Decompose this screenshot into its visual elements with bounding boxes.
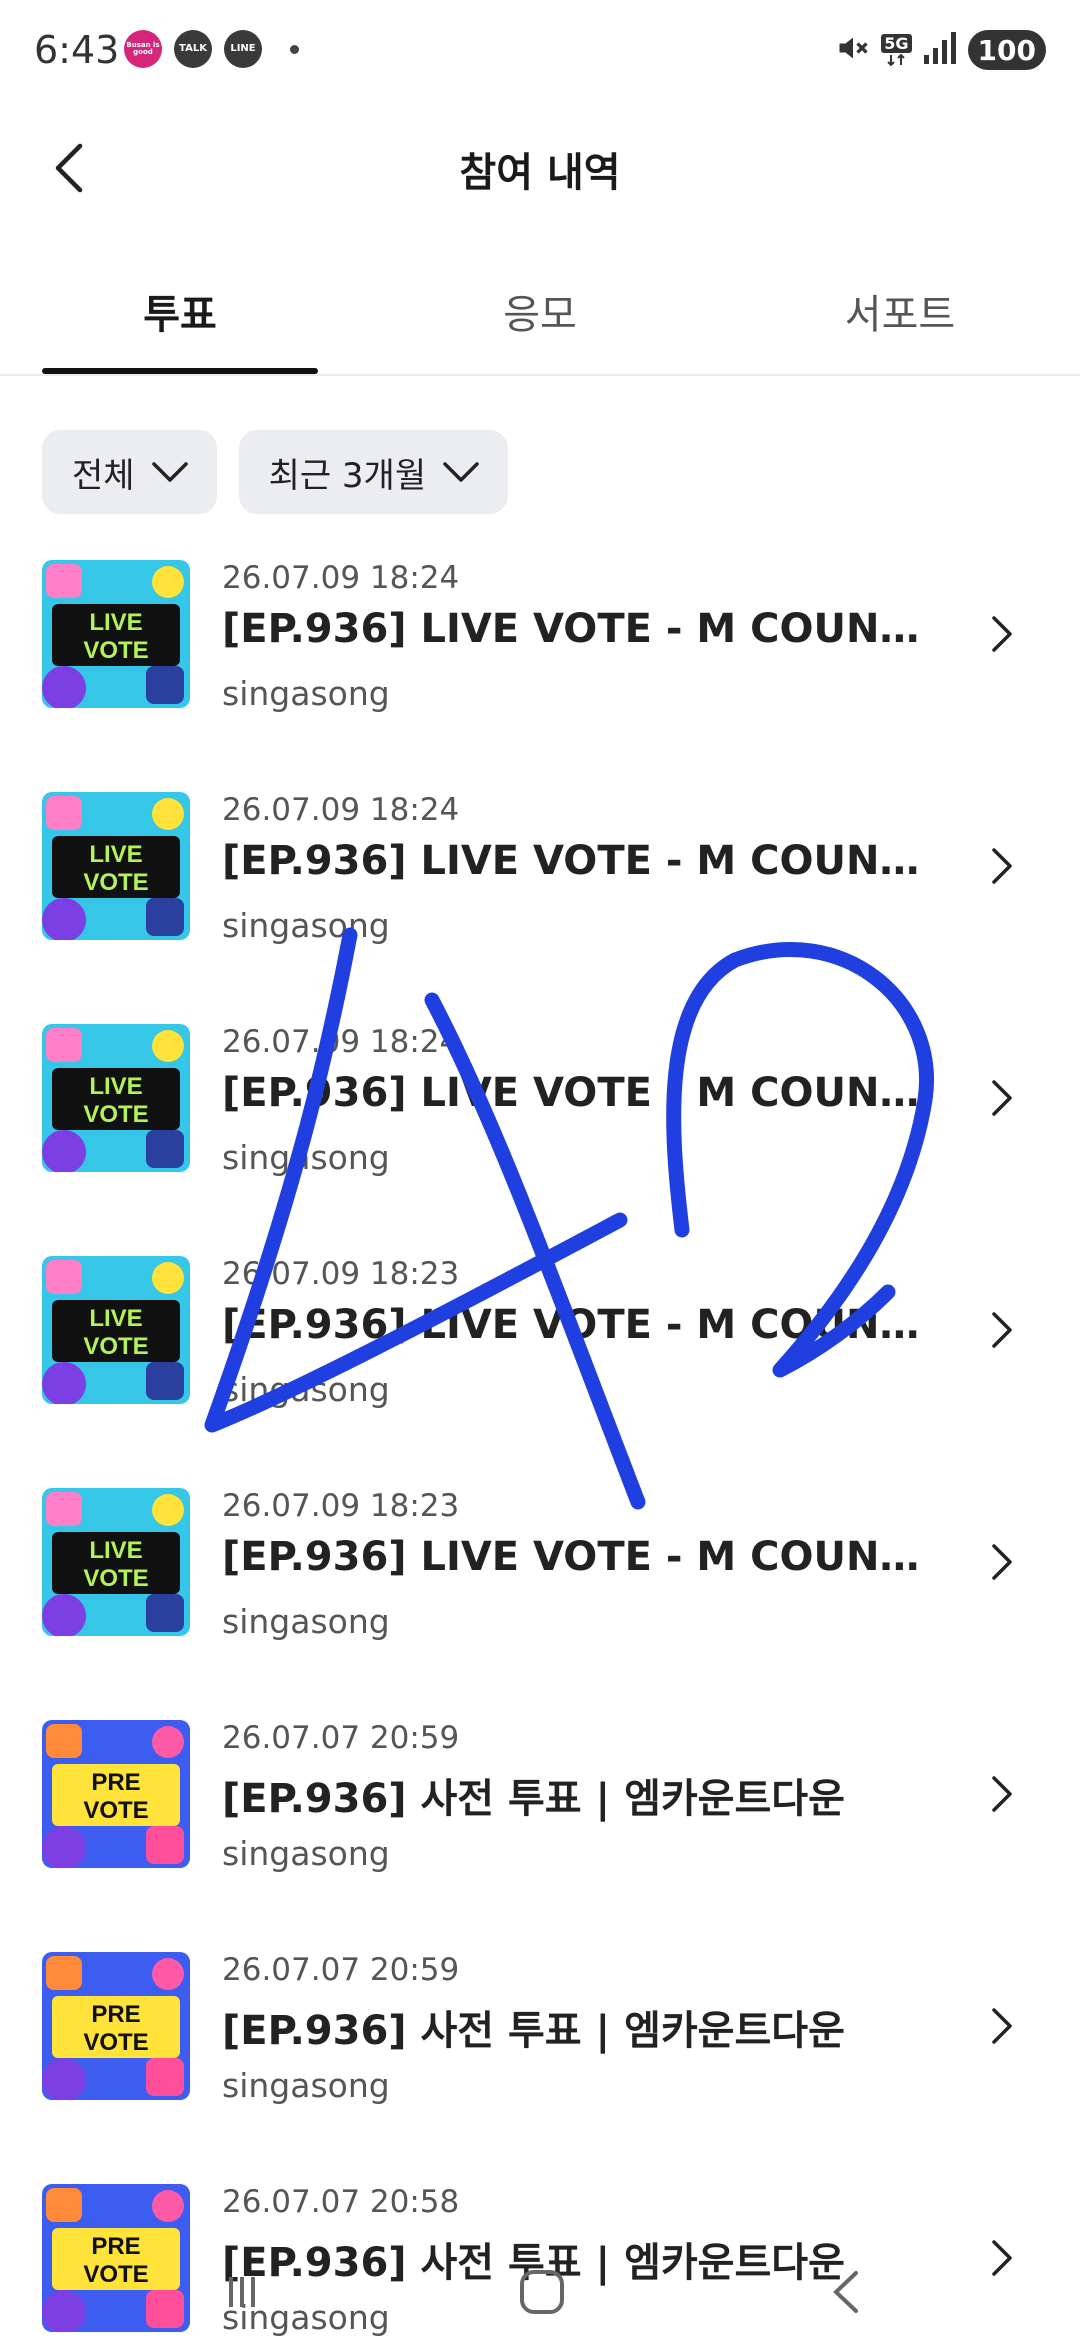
app-header: 참여 내역 bbox=[0, 110, 1080, 228]
thumbnail-line-1: PRE bbox=[91, 2001, 140, 2028]
item-date: 26.07.09 18:23 bbox=[222, 1256, 460, 1292]
vote-thumbnail: LIVE VOTE bbox=[42, 1256, 190, 1404]
item-date: 26.07.09 18:24 bbox=[222, 792, 460, 828]
filter-period-label: 최근 3개월 bbox=[268, 455, 427, 496]
home-button[interactable] bbox=[502, 2252, 582, 2332]
back-icon bbox=[833, 2271, 858, 2313]
thumbnail-line-1: LIVE bbox=[89, 1073, 142, 1100]
kakaotalk-icon: TALK bbox=[174, 30, 212, 68]
chevron-right-icon bbox=[992, 616, 1012, 652]
thumbnail-line-2: VOTE bbox=[83, 2029, 148, 2056]
system-back-button[interactable] bbox=[806, 2252, 886, 2332]
item-artist: singasong bbox=[222, 1834, 390, 1873]
item-date: 26.07.09 18:24 bbox=[222, 560, 460, 596]
screen: 6:43 Busan is good TALK LINE 5G 100 참여 내역 … bbox=[0, 0, 1080, 2340]
thumbnail-line-2: VOTE bbox=[83, 1565, 148, 1592]
item-title: [EP.936] LIVE VOTE - M COUNTDO... bbox=[222, 1534, 942, 1580]
chevron-right-icon bbox=[992, 1776, 1012, 1812]
item-artist: singasong bbox=[222, 1602, 390, 1641]
thumbnail-line-1: LIVE bbox=[89, 1537, 142, 1564]
tab-entry[interactable]: 응모 bbox=[402, 268, 678, 374]
list-item[interactable]: LIVE VOTE 26.07.09 18:23 [EP.936] LIVE VOTE… bbox=[0, 1256, 1080, 1488]
item-artist: singasong bbox=[222, 1370, 390, 1409]
vote-thumbnail: PRE VOTE bbox=[42, 1720, 190, 1868]
recent-apps-button[interactable] bbox=[202, 2252, 282, 2332]
system-nav-bar bbox=[0, 2240, 1080, 2340]
busan-is-good-icon: Busan is good bbox=[124, 30, 162, 68]
thumbnail-line-2: VOTE bbox=[83, 1797, 148, 1824]
chevron-right-icon bbox=[992, 1544, 1012, 1580]
status-time: 6:43 bbox=[34, 28, 120, 72]
item-title: [EP.936] LIVE VOTE - M COUNTDO... bbox=[222, 606, 942, 652]
filter-bar: 전체 최근 3개월 bbox=[42, 430, 509, 514]
vote-thumbnail: LIVE VOTE bbox=[42, 1024, 190, 1172]
list-item[interactable]: LIVE VOTE 26.07.09 18:23 [EP.936] LIVE VOTE… bbox=[0, 1488, 1080, 1720]
item-artist: singasong bbox=[222, 674, 390, 713]
thumbnail-line-2: VOTE bbox=[83, 1333, 148, 1360]
chevron-right-icon bbox=[992, 848, 1012, 884]
item-date: 26.07.09 18:23 bbox=[222, 1488, 460, 1524]
item-artist: singasong bbox=[222, 2066, 390, 2105]
list-item[interactable]: LIVE VOTE 26.07.09 18:24 [EP.936] LIVE VOTE… bbox=[0, 792, 1080, 1024]
item-artist: singasong bbox=[222, 906, 390, 945]
line-icon: LINE bbox=[224, 30, 262, 68]
mute-icon bbox=[835, 30, 871, 70]
tab-support[interactable]: 서포트 bbox=[762, 268, 1038, 374]
filter-category-label: 전체 bbox=[72, 455, 135, 496]
filter-category-dropdown[interactable]: 전체 bbox=[42, 430, 217, 514]
item-date: 26.07.09 18:24 bbox=[222, 1024, 460, 1060]
thumbnail-line-1: LIVE bbox=[89, 609, 142, 636]
thumbnail-line-1: PRE bbox=[91, 1769, 140, 1796]
status-bar: 6:43 Busan is good TALK LINE 5G 100 bbox=[0, 0, 1080, 100]
network-icon: 5G bbox=[881, 33, 912, 67]
item-title: [EP.936] LIVE VOTE - M COUNTDO... bbox=[222, 838, 942, 884]
item-title: [EP.936] LIVE VOTE - M COUNTDO... bbox=[222, 1070, 942, 1116]
filter-period-dropdown[interactable]: 최근 3개월 bbox=[238, 430, 509, 514]
list-item[interactable]: PRE VOTE 26.07.07 20:59 [EP.936] 사전 투표 | 엠카… bbox=[0, 1720, 1080, 1952]
list-item[interactable]: PRE VOTE 26.07.07 20:59 [EP.936] 사전 투표 | 엠카… bbox=[0, 1952, 1080, 2184]
item-date: 26.07.07 20:59 bbox=[222, 1952, 460, 1988]
chevron-right-icon bbox=[992, 1080, 1012, 1116]
thumbnail-line-2: VOTE bbox=[83, 1101, 148, 1128]
item-artist: singasong bbox=[222, 1138, 390, 1177]
more-notifications-dot bbox=[290, 44, 299, 54]
item-title: [EP.936] 사전 투표 | 엠카운트다운 bbox=[222, 2008, 845, 2054]
thumbnail-line-2: VOTE bbox=[83, 637, 148, 664]
item-title: [EP.936] 사전 투표 | 엠카운트다운 bbox=[222, 1776, 845, 1822]
page-title: 참여 내역 bbox=[459, 150, 621, 196]
thumbnail-line-1: LIVE bbox=[89, 1305, 142, 1332]
vote-thumbnail: LIVE VOTE bbox=[42, 1488, 190, 1636]
chevron-right-icon bbox=[992, 2008, 1012, 2044]
thumbnail-line-2: VOTE bbox=[83, 869, 148, 896]
battery-indicator: 100 bbox=[967, 30, 1046, 70]
item-date: 26.07.07 20:58 bbox=[222, 2184, 460, 2220]
system-indicators: 5G 100 bbox=[835, 30, 1046, 70]
list-item[interactable]: LIVE VOTE 26.07.09 18:24 [EP.936] LIVE VOTE… bbox=[0, 560, 1080, 792]
network-type: 5G bbox=[881, 33, 912, 53]
home-icon bbox=[520, 2270, 564, 2314]
chevron-down-icon bbox=[443, 462, 479, 482]
participation-list: LIVE VOTE 26.07.09 18:24 [EP.936] LIVE VOTE… bbox=[0, 560, 1080, 2340]
signal-icon bbox=[922, 31, 958, 69]
chevron-right-icon bbox=[992, 1312, 1012, 1348]
item-title: [EP.936] LIVE VOTE - M COUNTDO... bbox=[222, 1302, 942, 1348]
item-date: 26.07.07 20:59 bbox=[222, 1720, 460, 1756]
recent-apps-icon bbox=[229, 2277, 255, 2307]
notification-icons: Busan is good TALK LINE bbox=[124, 30, 299, 68]
chevron-down-icon bbox=[151, 462, 188, 482]
tab-indicator bbox=[42, 368, 318, 374]
list-item[interactable]: LIVE VOTE 26.07.09 18:24 [EP.936] LIVE VOTE… bbox=[0, 1024, 1080, 1256]
tab-bar: 투표 응모 서포트 bbox=[0, 268, 1080, 376]
vote-thumbnail: LIVE VOTE bbox=[42, 560, 190, 708]
tab-vote[interactable]: 투표 bbox=[42, 268, 318, 374]
vote-thumbnail: PRE VOTE bbox=[42, 1952, 190, 2100]
thumbnail-line-1: LIVE bbox=[89, 841, 142, 868]
vote-thumbnail: LIVE VOTE bbox=[42, 792, 190, 940]
